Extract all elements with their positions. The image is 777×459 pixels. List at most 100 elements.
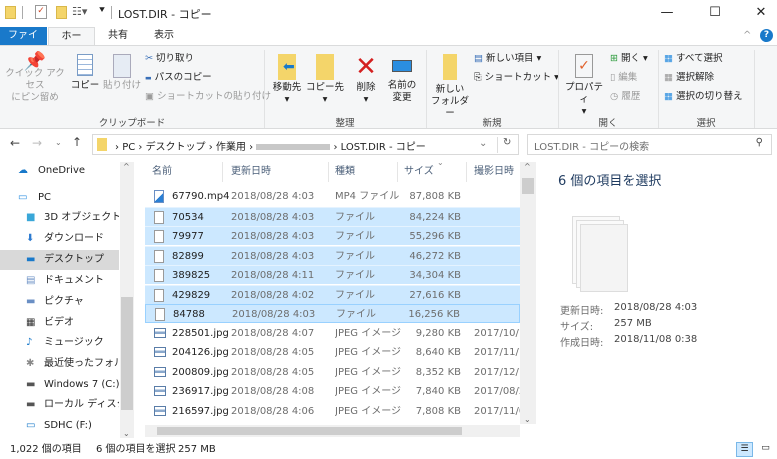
tab-view[interactable]: 表示: [146, 27, 182, 45]
nav-item[interactable]: ▬ デスクトップ: [0, 250, 119, 270]
cube-icon: ■: [26, 212, 36, 223]
collapse-ribbon-icon[interactable]: ^: [743, 30, 751, 41]
file-row[interactable]: 70534 2018/08/28 4:03 ファイル 84,224 KB: [145, 206, 520, 226]
invert-selection-button[interactable]: ▦ 選択の切り替え: [664, 90, 743, 104]
nav-item[interactable]: ☁ OneDrive: [0, 161, 119, 181]
address-bar[interactable]: › PC › デスクトップ › 作業用 › › LOST.DIR - コピー ⌄…: [92, 134, 519, 155]
file-row[interactable]: 204126.jpg 2018/08/28 4:05 JPEG イメージ 8,640 …: [145, 343, 520, 362]
copy-to-button[interactable]: コピー先 ▾: [306, 54, 344, 106]
horizontal-scrollbar[interactable]: [145, 425, 520, 437]
cut-button[interactable]: ✂ 切り取り: [145, 52, 194, 66]
refresh-icon[interactable]: ↻: [503, 137, 511, 148]
new-item-button[interactable]: ▤ 新しい項目 ▾: [474, 52, 541, 66]
customize-quick-access-icon[interactable]: ⯆: [98, 5, 106, 16]
nav-item[interactable]: ▭ PC: [0, 188, 119, 208]
nav-item[interactable]: ▦ ビデオ: [0, 313, 119, 333]
file-row[interactable]: 67790.mp4 2018/08/28 4:03 MP4 ファイル 87,808 K…: [145, 187, 520, 206]
details-view-button[interactable]: ☰: [736, 442, 753, 457]
properties-button[interactable]: ✓ プロパティ ▾: [562, 54, 606, 118]
column-header-date[interactable]: 更新日時: [231, 162, 271, 184]
properties-icon: ✓: [575, 54, 593, 78]
rename-quick-icon[interactable]: ☷▾: [72, 5, 87, 18]
nav-item[interactable]: ▬ ピクチャ: [0, 292, 119, 312]
nav-scrollbar[interactable]: ^ ⌄: [120, 162, 134, 438]
tab-file[interactable]: ファイル: [0, 27, 47, 59]
up-button[interactable]: ↑: [72, 135, 82, 149]
properties-quick-icon[interactable]: ✓: [35, 5, 47, 19]
file-row[interactable]: 236917.jpg 2018/08/28 4:08 JPEG イメージ 7,840 …: [145, 382, 520, 401]
nav-item[interactable]: ✱ 最近使ったフォルダー: [0, 354, 119, 374]
nav-item[interactable]: ⬇ ダウンロード: [0, 229, 119, 249]
rename-button[interactable]: 名前の 変更: [384, 54, 420, 104]
divider: [497, 137, 498, 153]
nav-item-label: SDHC (F:): [44, 420, 92, 431]
delete-button[interactable]: ✕ 削除 ▾: [350, 52, 382, 106]
crumb-current[interactable]: LOST.DIR - コピー: [341, 142, 426, 153]
recent-locations-button[interactable]: ⌄: [55, 138, 62, 147]
nav-item[interactable]: ▬ ローカル ディスク (D:): [0, 395, 119, 415]
nav-item[interactable]: ▤ ドキュメント: [0, 271, 119, 291]
multiple-files-icon: [572, 216, 632, 292]
edit-button: ▯ 編集: [610, 71, 637, 85]
file-size: 16,256 KB: [408, 309, 460, 320]
image-file-icon: [154, 386, 166, 396]
forward-button[interactable]: →: [32, 136, 42, 150]
column-header-type[interactable]: 種類: [335, 162, 355, 184]
crumb-desktop[interactable]: デスクトップ: [146, 142, 206, 153]
file-type: MP4 ファイル: [335, 191, 400, 202]
select-all-button[interactable]: ▦ すべて選択: [664, 52, 722, 66]
file-row[interactable]: 228501.jpg 2018/08/28 4:07 JPEG イメージ 9,280 …: [145, 324, 520, 343]
new-folder-quick-icon[interactable]: [56, 6, 67, 19]
select-none-button[interactable]: ▦ 選択解除: [664, 71, 714, 85]
video-icon: ▦: [26, 317, 36, 328]
paste-shortcut-icon: ▣: [145, 91, 154, 102]
file-list-scrollbar[interactable]: ^ ⌄: [520, 162, 536, 424]
help-icon[interactable]: ?: [760, 29, 773, 42]
file-row[interactable]: 84788 2018/08/28 4:03 ファイル 16,256 KB: [145, 304, 520, 323]
file-row[interactable]: 200809.jpg 2018/08/28 4:05 JPEG イメージ 8,352 …: [145, 363, 520, 382]
new-folder-button[interactable]: 新しい フォルダー: [428, 54, 472, 120]
shortcut-button[interactable]: ⎘ ショートカット ▾: [474, 71, 559, 85]
modified-label: 更新日時:: [560, 306, 604, 317]
nav-item[interactable]: ▭ SDHC (F:): [0, 416, 119, 436]
close-button[interactable]: ✕: [746, 3, 776, 23]
move-to-button[interactable]: ⬅ 移動先 ▾: [268, 54, 306, 106]
maximize-button[interactable]: ☐: [700, 3, 730, 23]
new-item-icon: ▤: [474, 53, 483, 64]
file-photo-date: 2017/11/13: [474, 347, 520, 358]
column-header-size[interactable]: サイズ: [404, 162, 434, 184]
file-size: 7,840 KB: [415, 386, 461, 397]
file-row[interactable]: 389825 2018/08/28 4:11 ファイル 34,304 KB: [145, 265, 520, 284]
divider: [466, 162, 467, 182]
file-row[interactable]: 82899 2018/08/28 4:03 ファイル 46,272 KB: [145, 245, 520, 265]
address-dropdown-icon[interactable]: ⌄: [479, 138, 487, 149]
nav-item[interactable]: ■ 3D オブジェクト: [0, 208, 119, 228]
file-row[interactable]: 216597.jpg 2018/08/28 4:06 JPEG イメージ 7,808 …: [145, 402, 520, 421]
nav-item-label: OneDrive: [38, 165, 86, 176]
nav-scroll-thumb[interactable]: [121, 297, 133, 410]
open-button[interactable]: ⊞ 開く ▾: [610, 52, 648, 66]
tab-share[interactable]: 共有: [100, 27, 136, 45]
back-button[interactable]: ←: [10, 136, 20, 150]
minimize-button[interactable]: —: [652, 3, 682, 23]
copy-button[interactable]: コピー: [70, 54, 100, 92]
file-row[interactable]: 429829 2018/08/28 4:02 ファイル 27,616 KB: [145, 284, 520, 304]
nav-item-label: ダウンロード: [44, 233, 104, 244]
large-icons-view-button[interactable]: ▭: [757, 442, 774, 457]
search-input[interactable]: LOST.DIR - コピーの検索 ⚲: [527, 134, 772, 155]
nav-item[interactable]: ▬ Windows 7 (C:): [0, 375, 119, 395]
h-scroll-thumb[interactable]: [157, 427, 462, 435]
column-header-photo-date[interactable]: 撮影日時: [474, 162, 514, 184]
nav-item[interactable]: ♪ ミュージック: [0, 333, 119, 353]
file-date: 2018/08/28 4:03: [231, 231, 315, 242]
file-date: 2018/08/28 4:02: [231, 289, 315, 301]
file-icon: [154, 230, 164, 243]
delete-label: 削除: [356, 82, 376, 93]
column-header-name[interactable]: 名前: [152, 162, 172, 184]
crumb-pc[interactable]: PC: [122, 142, 135, 153]
list-scroll-thumb[interactable]: [522, 178, 534, 194]
crumb-work[interactable]: 作業用: [216, 142, 246, 153]
file-row[interactable]: 79977 2018/08/28 4:03 ファイル 55,296 KB: [145, 226, 520, 245]
tab-home[interactable]: ホーム: [48, 27, 95, 60]
copy-path-button[interactable]: ▬ パスのコピー: [145, 71, 212, 85]
